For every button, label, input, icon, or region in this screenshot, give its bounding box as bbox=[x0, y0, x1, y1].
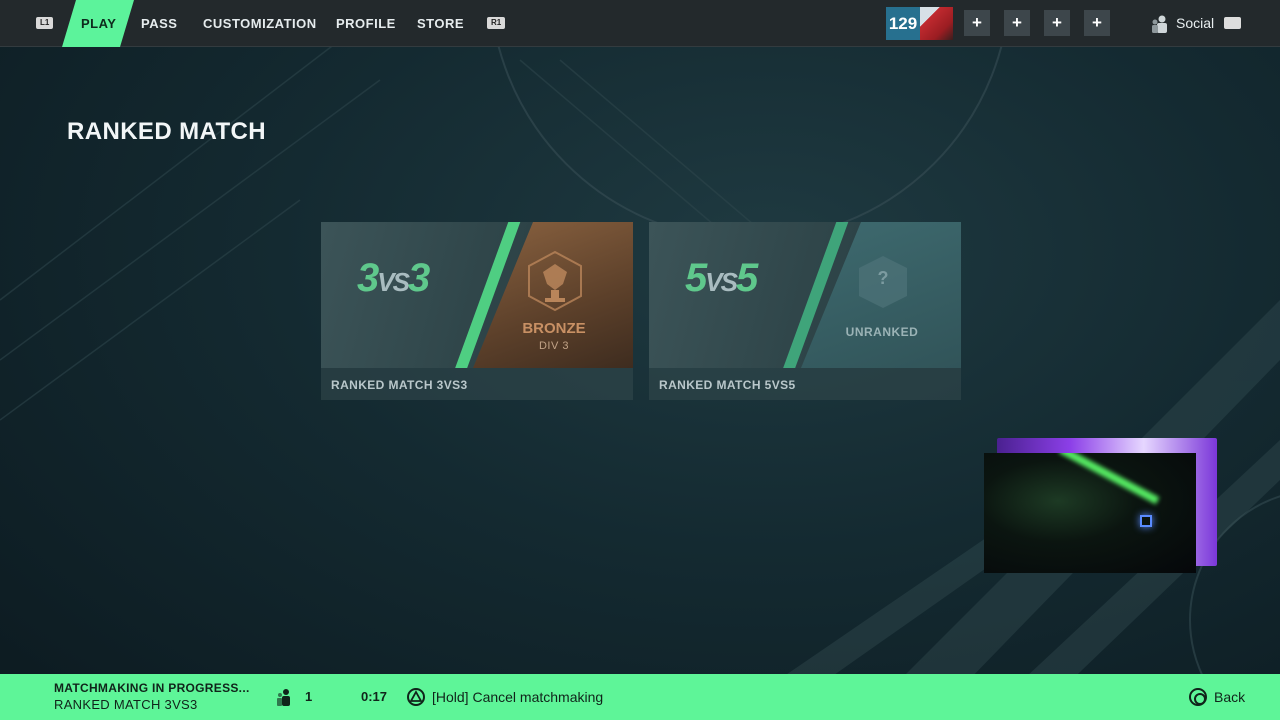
matchmaking-mode: RANKED MATCH 3VS3 bbox=[54, 697, 198, 712]
vs-logo: 3VS3 bbox=[357, 256, 430, 300]
matchmaking-bar: MATCHMAKING IN PROGRESS... RANKED MATCH … bbox=[0, 674, 1280, 720]
laser-light bbox=[1058, 453, 1160, 505]
mode-card-art: 3VS3 BRONZE DIV 3 bbox=[321, 222, 633, 368]
matchmaking-status: MATCHMAKING IN PROGRESS... bbox=[54, 681, 250, 695]
avatar[interactable] bbox=[920, 7, 953, 40]
top-nav-bar: L1 PLAY PASS CUSTOMIZATION PROFILE STORE… bbox=[0, 0, 1280, 47]
mode-card-art: 5VS5 ? UNRANKED bbox=[649, 222, 961, 368]
back-button[interactable]: Back bbox=[1214, 689, 1245, 705]
player-level: 129 bbox=[886, 7, 920, 40]
keyboard-icon[interactable] bbox=[1224, 17, 1241, 29]
party-icon bbox=[277, 689, 290, 706]
social-label[interactable]: Social bbox=[1176, 0, 1214, 47]
party-count: 1 bbox=[305, 689, 313, 704]
r1-button-hint[interactable]: R1 bbox=[487, 17, 506, 29]
webcam-feed bbox=[984, 453, 1196, 573]
rank-name: UNRANKED bbox=[845, 325, 919, 339]
add-party-member-button[interactable]: + bbox=[1004, 10, 1030, 36]
tab-customization[interactable]: CUSTOMIZATION bbox=[203, 0, 317, 47]
tab-play[interactable]: PLAY bbox=[81, 0, 116, 47]
rank-name: BRONZE bbox=[522, 320, 586, 337]
circle-button-icon[interactable] bbox=[1189, 688, 1207, 706]
mode-card-5vs5[interactable]: 5VS5 ? UNRANKED RANKED MATCH 5VS5 bbox=[649, 222, 961, 400]
bronze-trophy-icon bbox=[528, 250, 582, 312]
cancel-matchmaking-button[interactable]: [Hold] Cancel matchmaking bbox=[432, 689, 603, 705]
mode-label: RANKED MATCH 3VS3 bbox=[331, 378, 468, 392]
page-title: RANKED MATCH bbox=[67, 118, 267, 145]
rank-division: DIV 3 bbox=[538, 340, 569, 352]
tab-store[interactable]: STORE bbox=[417, 0, 464, 47]
add-party-member-button[interactable]: + bbox=[964, 10, 990, 36]
l1-button-hint[interactable]: L1 bbox=[36, 17, 54, 29]
triangle-button-icon[interactable] bbox=[407, 688, 425, 706]
unranked-symbol: ? bbox=[877, 268, 889, 288]
mode-card-3vs3[interactable]: 3VS3 BRONZE DIV 3 RANKED MATCH 3VS3 bbox=[321, 222, 633, 400]
tab-profile[interactable]: PROFILE bbox=[336, 0, 396, 47]
add-party-member-button[interactable]: + bbox=[1044, 10, 1070, 36]
social-icon[interactable] bbox=[1150, 14, 1170, 34]
vs-logo: 5VS5 bbox=[685, 256, 758, 300]
blue-light bbox=[1140, 515, 1152, 527]
background bbox=[0, 0, 1280, 720]
court-lines bbox=[0, 0, 1280, 720]
matchmaking-timer: 0:17 bbox=[361, 689, 388, 704]
tab-pass[interactable]: PASS bbox=[141, 0, 177, 47]
add-party-member-button[interactable]: + bbox=[1084, 10, 1110, 36]
mode-label: RANKED MATCH 5VS5 bbox=[659, 378, 796, 392]
